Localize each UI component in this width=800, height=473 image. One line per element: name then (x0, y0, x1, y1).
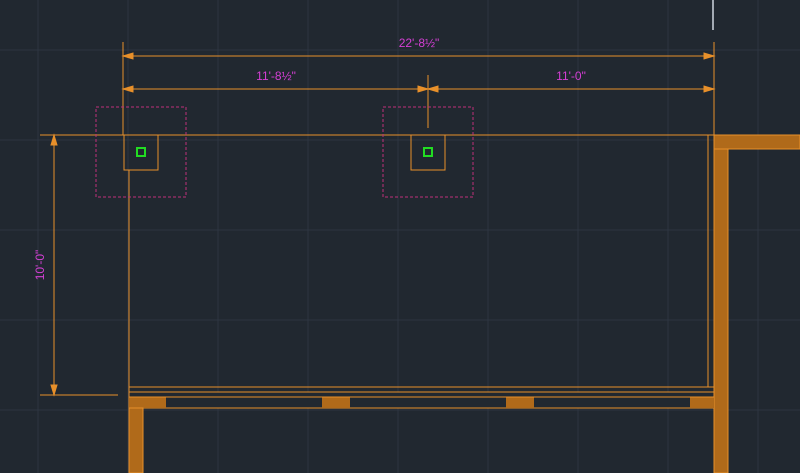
height-dimension[interactable] (40, 133, 128, 397)
right-span-label: 11'-0" (556, 69, 586, 83)
bottom-wall[interactable] (128, 391, 715, 473)
overall-width-label: 22'-8½" (399, 36, 440, 50)
right-span-dimension[interactable] (426, 85, 716, 93)
column-middle-marker (423, 147, 433, 157)
cad-drawing-canvas[interactable]: 22'-8½" 11'-8½" 11'-0" 10'-0" (0, 0, 800, 473)
column-left-marker (136, 147, 146, 157)
floor-plan-drawing[interactable]: 22'-8½" 11'-8½" 11'-0" 10'-0" (0, 0, 800, 473)
right-exterior-wall[interactable] (713, 134, 800, 473)
height-label: 10'-0" (33, 250, 47, 281)
column-left[interactable] (95, 106, 187, 198)
right-inner-wall-lines[interactable] (129, 135, 715, 388)
left-span-label: 11'-8½" (256, 69, 296, 83)
